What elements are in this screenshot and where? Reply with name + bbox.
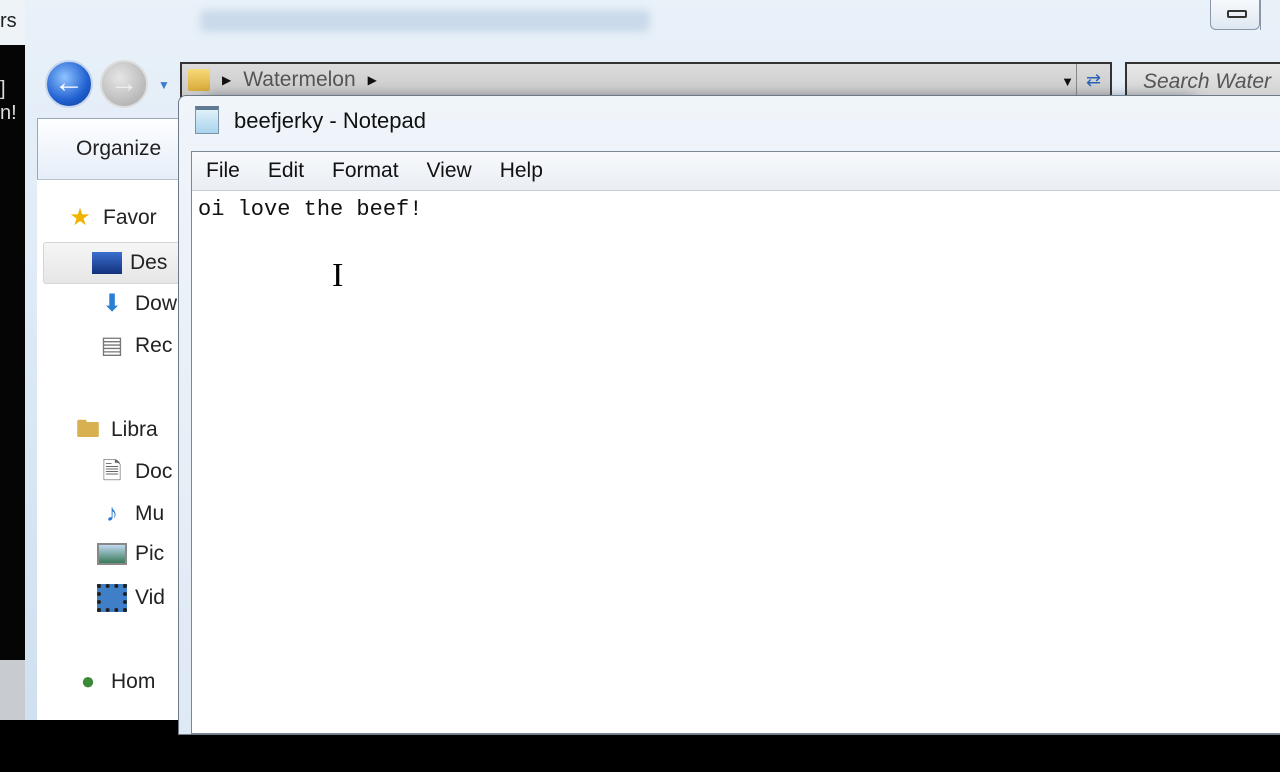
editor-content: oi love the beef! <box>198 197 423 222</box>
left-text-fragment: ] <box>0 78 6 100</box>
recent-places-icon: ▤ <box>100 332 124 359</box>
breadcrumb-watermelon[interactable]: Watermelon <box>243 68 355 92</box>
menu-file[interactable]: File <box>206 159 240 183</box>
back-button[interactable]: ← <box>45 60 93 108</box>
menu-bar: File Edit Format View Help <box>192 152 1280 191</box>
folder-icon <box>188 69 210 91</box>
star-icon: ★ <box>69 204 91 231</box>
explorer-title-blurred <box>200 10 650 32</box>
window-title: beefjerky - Notepad <box>234 108 426 133</box>
nav-label: Vid <box>135 586 165 609</box>
address-bar[interactable]: ▶ Watermelon ▶ ▼ ⇄ <box>180 62 1112 98</box>
notepad-icon <box>195 106 219 134</box>
menu-help[interactable]: Help <box>500 159 543 183</box>
search-input[interactable]: Search Water <box>1125 62 1280 98</box>
text-cursor-icon: I <box>332 257 344 294</box>
desktop-icon <box>92 252 122 274</box>
navigation-pane: ★ Favor Des ⬇ Dow ▤ Rec 🖿 Libra 🗎 Doc ♪ Mu Pic… <box>37 180 203 720</box>
maximize-button[interactable] <box>1260 0 1280 30</box>
music-icon: ♪ <box>106 500 118 527</box>
nav-label: Pic <box>135 542 165 565</box>
notepad-window: beefjerky - Notepad File Edit Format Vie… <box>178 95 1280 735</box>
nav-downloads[interactable]: ⬇ Dow <box>97 290 177 318</box>
nav-label: Favor <box>103 206 157 229</box>
minimize-button[interactable] <box>1210 0 1260 30</box>
nav-homegroup[interactable]: ● Hom <box>73 668 156 696</box>
libraries-icon: 🖿 <box>76 416 100 443</box>
homegroup-icon: ● <box>80 668 96 695</box>
nav-label: Libra <box>111 418 158 441</box>
desktop-background-strip: rs ] n! <box>0 0 25 720</box>
left-window-fragment: rs <box>0 0 25 45</box>
left-text-fragment: n! <box>0 102 17 124</box>
minimize-icon <box>1227 10 1247 18</box>
videos-icon <box>97 584 127 612</box>
nav-label: Rec <box>135 334 173 357</box>
refresh-icon[interactable]: ⇄ <box>1076 64 1110 96</box>
arrow-left-icon: ← <box>54 66 84 99</box>
breadcrumb-arrow-icon[interactable]: ▶ <box>222 73 231 87</box>
left-window-edge <box>0 660 25 720</box>
notepad-client: File Edit Format View Help oi love the b… <box>191 151 1280 734</box>
pictures-icon <box>97 543 127 565</box>
nav-label: Mu <box>135 502 165 525</box>
history-dropdown-icon[interactable]: ▼ <box>158 78 170 92</box>
nav-label: Hom <box>111 670 156 693</box>
nav-recent[interactable]: ▤ Rec <box>97 332 173 360</box>
nav-libraries[interactable]: 🖿 Libra <box>73 416 158 444</box>
nav-music[interactable]: ♪ Mu <box>97 500 164 528</box>
nav-label: Des <box>130 251 168 274</box>
nav-videos[interactable]: Vid <box>97 584 165 612</box>
forward-button[interactable]: → <box>100 60 148 108</box>
nav-label: Doc <box>135 460 173 483</box>
explorer-toolbar: Organize <box>37 118 197 180</box>
organize-button[interactable]: Organize <box>76 137 161 161</box>
documents-icon: 🗎 <box>102 458 122 485</box>
nav-documents[interactable]: 🗎 Doc <box>97 458 172 486</box>
downloads-icon: ⬇ <box>101 290 123 317</box>
menu-format[interactable]: Format <box>332 159 399 183</box>
arrow-right-icon: → <box>110 67 138 98</box>
breadcrumb-arrow-icon[interactable]: ▶ <box>368 73 377 87</box>
text-editor[interactable]: oi love the beef! I <box>192 191 1280 772</box>
address-dropdown-icon[interactable]: ▼ <box>1061 74 1074 89</box>
nav-favorites[interactable]: ★ Favor <box>65 204 157 232</box>
nav-label: Dow <box>135 292 178 315</box>
nav-pictures[interactable]: Pic <box>97 542 164 566</box>
menu-view[interactable]: View <box>427 159 472 183</box>
menu-edit[interactable]: Edit <box>268 159 304 183</box>
